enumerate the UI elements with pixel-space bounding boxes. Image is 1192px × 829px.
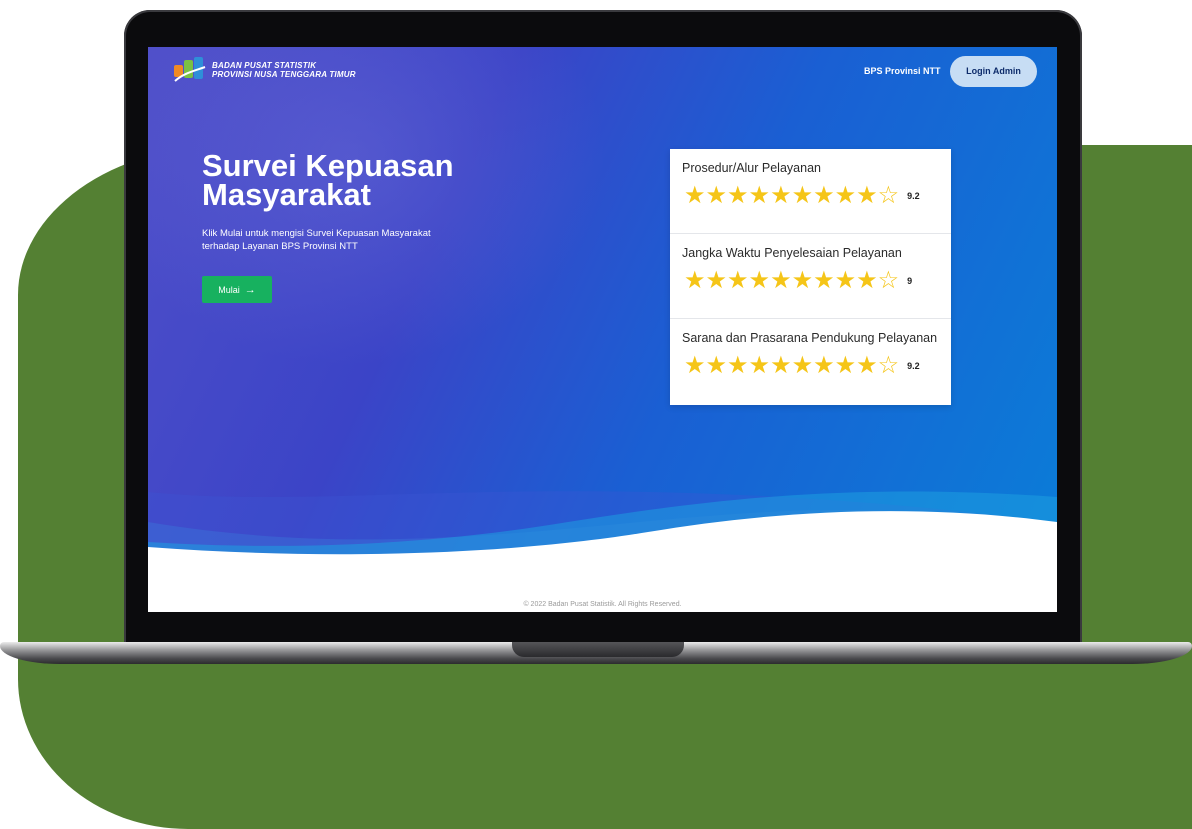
star-rating: ★ ★ ★ ★ ★ ★ ★ ★ ★ ☆ — [684, 353, 899, 379]
login-admin-button[interactable]: Login Admin — [950, 56, 1037, 87]
brand-line-1: BADAN PUSAT STATISTIK — [212, 61, 317, 70]
nav-link-bps-ntt[interactable]: BPS Provinsi NTT — [864, 66, 941, 76]
star-filled-icon: ★ — [684, 267, 706, 294]
star-filled-icon: ★ — [813, 182, 835, 209]
star-empty-icon: ☆ — [877, 267, 900, 294]
star-filled-icon: ★ — [856, 267, 878, 294]
ratings-card: Prosedur/Alur Pelayanan ★ ★ ★ ★ ★ ★ ★ ★ ★ ☆ 9.2 J… — [670, 149, 951, 405]
rating-label: Jangka Waktu Penyelesaian Pelayanan — [682, 246, 902, 260]
star-filled-icon: ★ — [727, 182, 749, 209]
star-filled-icon: ★ — [684, 182, 706, 209]
hero-title-line-2: Masyarakat — [202, 177, 371, 212]
rating-row: ★ ★ ★ ★ ★ ★ ★ ★ ★ ☆ 9.2 — [682, 183, 939, 209]
start-button-label: Mulai — [218, 284, 240, 295]
rating-score: 9.2 — [907, 191, 920, 201]
star-filled-icon: ★ — [834, 182, 857, 209]
star-filled-icon: ★ — [748, 267, 771, 294]
background-waves — [148, 491, 1057, 612]
star-filled-icon: ★ — [684, 352, 706, 379]
bps-logo-icon — [174, 57, 206, 82]
start-survey-button[interactable]: Mulai → — [202, 276, 272, 303]
star-rating: ★ ★ ★ ★ ★ ★ ★ ★ ★ ☆ — [684, 183, 899, 209]
hero-desc-line-1: Klik Mulai untuk mengisi Survei Kepuasan… — [202, 228, 431, 239]
footer-copyright: © 2022 Badan Pusat Statistik. All Rights… — [523, 601, 682, 608]
star-filled-icon: ★ — [856, 352, 878, 379]
rating-row: ★ ★ ★ ★ ★ ★ ★ ★ ★ ☆ 9 — [682, 268, 939, 294]
star-rating: ★ ★ ★ ★ ★ ★ ★ ★ ★ ☆ — [684, 268, 899, 294]
star-filled-icon: ★ — [727, 352, 749, 379]
brand-line-2: PROVINSI NUSA TENGGARA TIMUR — [212, 70, 356, 79]
star-filled-icon: ★ — [791, 267, 814, 294]
laptop-screen: BADAN PUSAT STATISTIK PROVINSI NUSA TENG… — [148, 47, 1057, 612]
star-empty-icon: ☆ — [877, 352, 900, 379]
laptop-notch — [512, 642, 684, 657]
star-filled-icon: ★ — [834, 267, 857, 294]
brand-name: BADAN PUSAT STATISTIK PROVINSI NUSA TENG… — [212, 61, 356, 79]
bps-logo[interactable]: BADAN PUSAT STATISTIK PROVINSI NUSA TENG… — [172, 55, 356, 85]
hero-title: Survei Kepuasan Masyarakat — [202, 150, 502, 212]
star-filled-icon: ★ — [813, 267, 835, 294]
star-empty-icon: ☆ — [877, 182, 900, 209]
star-filled-icon: ★ — [770, 267, 792, 294]
rating-score: 9.2 — [907, 361, 920, 371]
star-filled-icon: ★ — [727, 267, 749, 294]
star-filled-icon: ★ — [770, 182, 792, 209]
rating-item: Prosedur/Alur Pelayanan ★ ★ ★ ★ ★ ★ ★ ★ ★ ☆ 9.2 — [670, 149, 951, 234]
star-filled-icon: ★ — [813, 352, 835, 379]
rating-label: Sarana dan Prasarana Pendukung Pelayanan — [682, 331, 938, 345]
rating-item: Sarana dan Prasarana Pendukung Pelayanan… — [670, 319, 951, 404]
star-filled-icon: ★ — [748, 182, 771, 209]
star-filled-icon: ★ — [770, 352, 792, 379]
star-filled-icon: ★ — [705, 352, 728, 379]
star-filled-icon: ★ — [834, 352, 857, 379]
star-filled-icon: ★ — [705, 267, 728, 294]
rating-label: Prosedur/Alur Pelayanan — [682, 161, 821, 175]
star-filled-icon: ★ — [748, 352, 771, 379]
rating-row: ★ ★ ★ ★ ★ ★ ★ ★ ★ ☆ 9.2 — [682, 353, 939, 379]
rating-item: Jangka Waktu Penyelesaian Pelayanan ★ ★ ★ ★… — [670, 234, 951, 319]
star-filled-icon: ★ — [791, 352, 814, 379]
star-filled-icon: ★ — [705, 182, 728, 209]
star-filled-icon: ★ — [856, 182, 878, 209]
hero-description: Klik Mulai untuk mengisi Survei Kepuasan… — [202, 227, 502, 253]
rating-score: 9 — [907, 276, 913, 286]
hero-desc-line-2: terhadap Layanan BPS Provinsi NTT — [202, 241, 358, 252]
star-filled-icon: ★ — [791, 182, 814, 209]
arrow-right-icon: → — [244, 283, 256, 296]
